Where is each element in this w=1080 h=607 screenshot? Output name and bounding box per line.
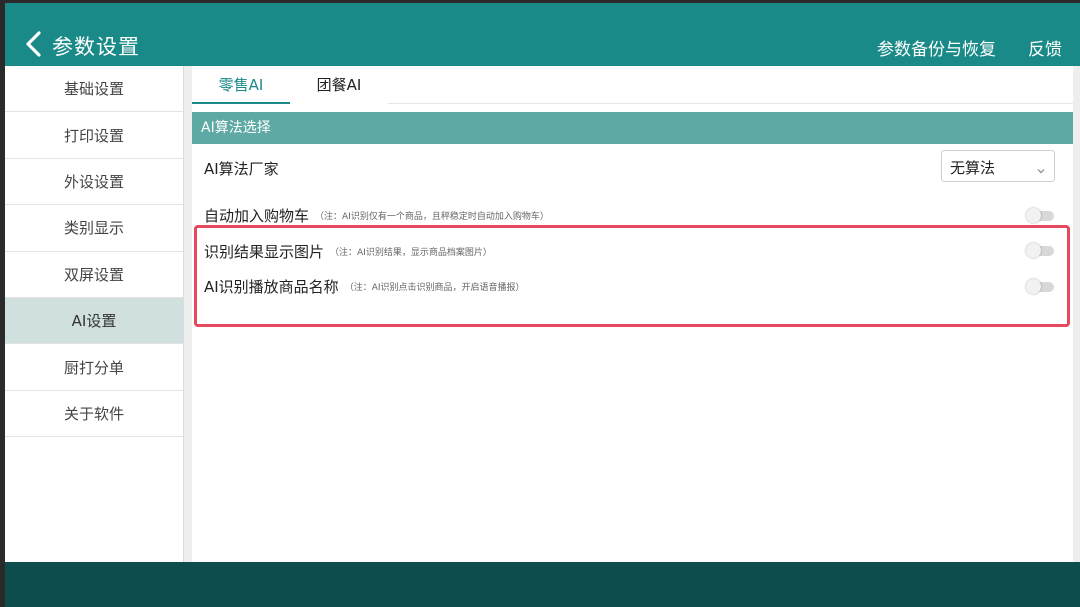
sidebar-item-print[interactable]: 打印设置 [5, 112, 183, 159]
section-header: AI算法选择 [192, 112, 1073, 144]
sidebar: 基础设置 打印设置 外设设置 类别显示 双屏设置 AI设置 厨打分单 关于软件 [5, 66, 184, 562]
play-name-label: AI识别播放商品名称 [204, 278, 339, 296]
show-image-label: 识别结果显示图片 [204, 243, 325, 261]
page-title: 参数设置 [52, 35, 140, 59]
auto-cart-label: 自动加入购物车 [204, 207, 310, 225]
play-name-note: （注：AI识别点击识别商品，开启语音播报） [344, 283, 525, 293]
chevron-down-icon [1036, 161, 1046, 174]
tab-retail-ai[interactable]: 零售AI [192, 66, 290, 104]
show-image-toggle[interactable] [1026, 243, 1054, 258]
bottom-bar [5, 562, 1080, 607]
tab-bar: 零售AI 团餐AI [192, 66, 1073, 104]
sidebar-item-category-display[interactable]: 类别显示 [5, 205, 183, 252]
main-panel: 零售AI 团餐AI AI算法选择 AI算法厂家 无算法 自动加入购物车 （注：AI… [192, 66, 1073, 562]
auto-cart-note: （注：AI识别仅有一个商品，且秤稳定时自动加入购物车） [315, 212, 549, 222]
play-name-row: AI识别播放商品名称 （注：AI识别点击识别商品，开启语音播报） [204, 276, 525, 297]
tab-group-meal-ai[interactable]: 团餐AI [290, 66, 388, 104]
tab-divider [388, 103, 1073, 104]
show-image-note: （注：AI识别结果，显示商品档案图片） [330, 248, 492, 258]
app-window: 参数设置 参数备份与恢复 反馈 基础设置 打印设置 外设设置 类别显示 双屏设置… [5, 3, 1080, 607]
sidebar-item-peripherals[interactable]: 外设设置 [5, 159, 183, 206]
feedback-button[interactable]: 反馈 [1028, 35, 1062, 60]
vendor-select[interactable]: 无算法 [941, 150, 1055, 182]
play-name-toggle[interactable] [1026, 279, 1054, 294]
auto-cart-row: 自动加入购物车 （注：AI识别仅有一个商品，且秤稳定时自动加入购物车） [204, 205, 549, 226]
sidebar-item-dual-screen[interactable]: 双屏设置 [5, 252, 183, 298]
sidebar-item-ai-settings[interactable]: AI设置 [5, 297, 183, 345]
top-bar: 参数设置 参数备份与恢复 反馈 [5, 3, 1080, 66]
back-arrow-icon[interactable] [23, 29, 45, 59]
auto-cart-toggle[interactable] [1026, 208, 1054, 223]
vendor-select-value: 无算法 [950, 159, 996, 177]
sidebar-item-about[interactable]: 关于软件 [5, 391, 183, 438]
sidebar-item-basic[interactable]: 基础设置 [5, 66, 183, 113]
sidebar-item-kitchen-print[interactable]: 厨打分单 [5, 344, 183, 391]
vendor-label: AI算法厂家 [204, 160, 279, 178]
backup-restore-button[interactable]: 参数备份与恢复 [877, 35, 996, 60]
show-image-row: 识别结果显示图片 （注：AI识别结果，显示商品档案图片） [204, 241, 492, 262]
